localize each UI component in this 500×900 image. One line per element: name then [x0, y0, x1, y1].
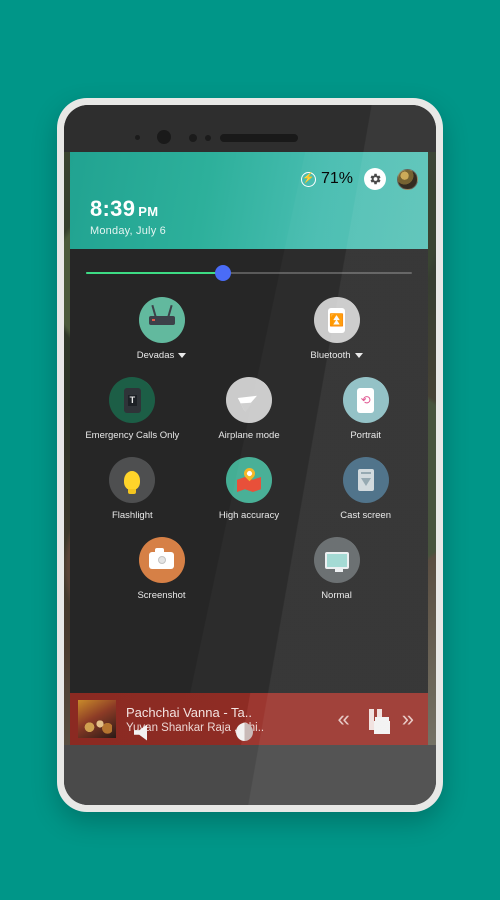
tile-row: Flashlight High accuracy Cast screen [74, 457, 424, 521]
tile-airplane-mode[interactable]: Airplane mode [191, 377, 308, 441]
tile-sound-profile[interactable]: Normal [249, 537, 424, 601]
quick-settings-header: ⚡ 71% 8:39 PM Monday, July 6 [70, 152, 428, 249]
gear-icon[interactable] [364, 168, 386, 190]
tile-cast-screen[interactable]: Cast screen [307, 457, 424, 521]
tile-label: High accuracy [219, 510, 279, 521]
clock-block: 8:39 PM Monday, July 6 [90, 196, 166, 237]
tile-emergency-calls[interactable]: T Emergency Calls Only [74, 377, 191, 441]
chevron-down-icon[interactable] [178, 353, 187, 358]
music-player-widget[interactable]: Pachchai Vanna - Ta.. Yuvan Shankar Raja… [70, 693, 428, 745]
tile-label: Cast screen [340, 510, 391, 521]
phone-device: ⚡ 71% 8:39 PM Monday, July 6 Devadas ⏫ B… [57, 98, 443, 812]
tile-label-text: Cast screen [340, 510, 391, 521]
battery-status: ⚡ 71% [300, 170, 353, 188]
front-camera-icon [157, 130, 171, 144]
brightness-track[interactable] [86, 265, 412, 281]
chevron-down-icon[interactable] [354, 353, 363, 358]
tile-label: Portrait [350, 430, 381, 441]
notification-led-icon [205, 135, 211, 141]
tile-label-text: Normal [321, 590, 352, 601]
screen-rotation-icon: ⟲ [342, 377, 389, 423]
battery-percent-label: 71% [320, 170, 353, 187]
tile-label: Bluetooth [310, 350, 363, 361]
tile-label: Screenshot [137, 590, 185, 601]
clock-time-value: 8:39 [90, 196, 136, 221]
proximity-sensor-icon [135, 135, 140, 140]
tile-label: Devadas [137, 350, 187, 361]
phone-top-bezel [64, 105, 436, 152]
battery-charging-icon: ⚡ [300, 171, 316, 187]
location-map-pin-icon [225, 457, 272, 503]
tile-screenshot[interactable]: Screenshot [74, 537, 249, 601]
clock-date: Monday, July 6 [90, 225, 166, 237]
music-controls: « » [338, 708, 414, 734]
track-artist: Yuvan Shankar Raja , Chi.. [126, 721, 265, 734]
clock-ampm: PM [138, 204, 159, 219]
pause-icon[interactable] [366, 708, 390, 734]
tile-label-text: Airplane mode [218, 430, 280, 441]
tile-wifi[interactable]: Devadas [74, 297, 249, 361]
light-sensor-icon [189, 134, 197, 142]
album-artwork [78, 700, 116, 738]
cast-screen-icon [342, 457, 389, 503]
tile-label-text: High accuracy [218, 510, 280, 521]
tile-label-text: Emergency Calls Only [85, 430, 180, 441]
phone-screen: ⚡ 71% 8:39 PM Monday, July 6 Devadas ⏫ B… [64, 152, 436, 745]
phone-body: ⚡ 71% 8:39 PM Monday, July 6 Devadas ⏫ B… [64, 105, 436, 805]
previous-track-icon[interactable]: « [338, 708, 350, 730]
camera-screenshot-icon [138, 537, 185, 583]
earpiece-speaker-icon [220, 134, 298, 142]
tile-row: Devadas ⏫ Bluetooth [74, 297, 424, 361]
tile-row: T Emergency Calls Only Airplane mode ⟲ P… [74, 377, 424, 441]
tile-label: Emergency Calls Only [85, 430, 179, 441]
tile-bluetooth[interactable]: ⏫ Bluetooth [249, 297, 424, 361]
tile-label-text: Portrait [350, 430, 381, 441]
status-row: ⚡ 71% [300, 168, 418, 190]
brightness-thumb[interactable] [214, 265, 231, 281]
track-meta: Pachchai Vanna - Ta.. Yuvan Shankar Raja… [126, 704, 338, 741]
quick-settings-tiles: Devadas ⏫ Bluetooth T Emergency Calls On… [70, 297, 428, 601]
airplane-icon [225, 377, 272, 423]
tile-location[interactable]: High accuracy [191, 457, 308, 521]
tile-label: Airplane mode [218, 430, 279, 441]
tile-label-text: Flashlight [111, 510, 153, 521]
flashlight-bulb-icon [109, 457, 156, 503]
brightness-fill [86, 272, 223, 274]
tile-label-text: Devadas [136, 350, 175, 361]
tile-row: Screenshot Normal [74, 537, 424, 601]
brightness-slider[interactable] [70, 249, 428, 297]
tile-flashlight[interactable]: Flashlight [74, 457, 191, 521]
phone-bottom-bezel [64, 745, 436, 805]
bluetooth-icon: ⏫ [313, 297, 360, 343]
tile-label: Flashlight [112, 510, 153, 521]
avatar[interactable] [397, 168, 418, 190]
track-title: Pachchai Vanna - Ta.. [126, 704, 252, 720]
clock-time: 8:39 PM [90, 196, 166, 222]
overlay-artefact [236, 722, 253, 741]
wifi-router-icon [138, 297, 185, 343]
tile-portrait[interactable]: ⟲ Portrait [307, 377, 424, 441]
tile-label: Normal [321, 590, 352, 601]
next-track-icon[interactable]: » [402, 708, 414, 730]
notification-shade: ⚡ 71% 8:39 PM Monday, July 6 Devadas ⏫ B… [70, 152, 428, 694]
display-monitor-icon [313, 537, 360, 583]
tile-label-text: Screenshot [137, 590, 186, 601]
tile-label-text: Bluetooth [310, 350, 351, 361]
cellular-signal-icon: T [109, 377, 156, 423]
